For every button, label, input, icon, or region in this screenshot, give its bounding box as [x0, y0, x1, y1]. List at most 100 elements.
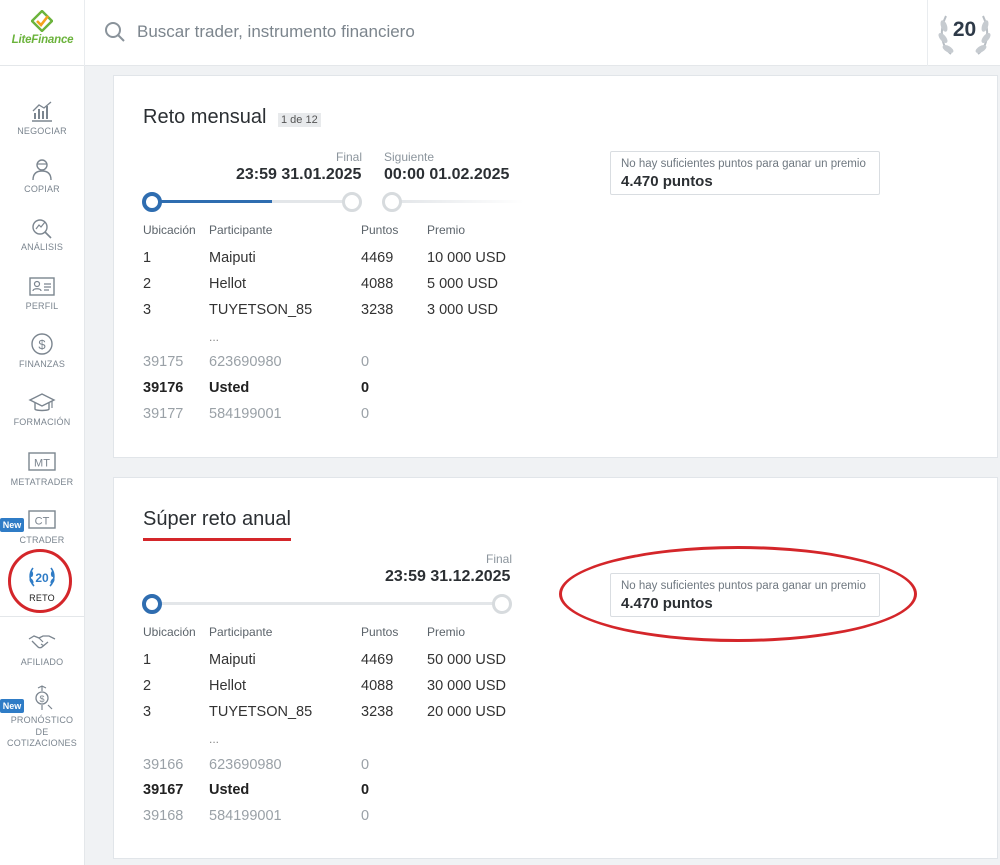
- graduation-cap-icon: [28, 393, 56, 412]
- card-title: Reto mensual: [143, 106, 267, 128]
- label-line: DE: [35, 726, 49, 737]
- sidebar-divider: [0, 616, 84, 617]
- sidebar-item-label: NEGOCIAR: [17, 126, 67, 136]
- sidebar: NEGOCIAR COPIAR ANÁLISIS PERFIL $ FINANZ…: [0, 66, 85, 865]
- sidebar-item-formacion[interactable]: FORMACIÓN: [0, 390, 84, 446]
- title-underline: [143, 538, 291, 541]
- final-label: Final: [335, 150, 362, 164]
- counter-badge: 1 de 12: [278, 113, 321, 127]
- row-position: 2: [143, 276, 152, 292]
- sidebar-item-afiliado[interactable]: AFILIADO: [0, 630, 84, 686]
- row-position: 3: [143, 704, 152, 720]
- annual-challenge-card: Súper reto anual Final 23:59 31.12.2025 …: [113, 477, 998, 859]
- row-position: 3: [143, 302, 152, 318]
- user-points: 4.470 puntos: [621, 173, 713, 190]
- ct-icon-text: CT: [35, 516, 50, 528]
- laurel-20-icon: 20: [29, 567, 55, 587]
- next-date: 00:00 01.02.2025: [384, 166, 510, 183]
- sidebar-item-label: FINANZAS: [18, 359, 66, 369]
- monthly-challenge-card: Reto mensual 1 de 12 Final 23:59 31.01.2…: [113, 75, 998, 458]
- column-header: Puntos: [361, 223, 399, 237]
- card-title: Súper reto anual: [143, 508, 291, 530]
- search-icon: [105, 22, 125, 42]
- row-points: 0: [361, 782, 370, 798]
- search-input[interactable]: [137, 18, 837, 46]
- column-header: Participante: [209, 625, 273, 639]
- progress-end-dot: [492, 594, 512, 614]
- row-points: 4088: [361, 678, 394, 694]
- sidebar-item-label: PRONÓSTICO DE COTIZACIONES: [0, 715, 84, 750]
- row-points: 4469: [361, 250, 394, 266]
- reto-icon-text: 20: [35, 571, 49, 585]
- svg-text:$: $: [39, 694, 44, 704]
- row-prize: 3 000 USD: [427, 302, 498, 318]
- sidebar-item-analisis[interactable]: ANÁLISIS: [0, 215, 84, 271]
- dollar-icon: $: [31, 333, 53, 355]
- ellipsis: ...: [209, 732, 220, 746]
- sidebar-item-label: METATRADER: [10, 477, 74, 487]
- sidebar-item-pronostico[interactable]: $ New PRONÓSTICO DE COTIZACIONES: [0, 685, 84, 755]
- next-period-dot: [382, 192, 402, 212]
- row-participant: TUYETSON_85: [209, 704, 313, 720]
- progress-fill: [152, 200, 272, 203]
- row-points: 4088: [361, 276, 394, 292]
- progress-start-dot: [142, 192, 162, 212]
- next-label: Siguiente: [384, 150, 435, 164]
- new-tag: New: [0, 518, 24, 532]
- row-points: 0: [361, 406, 370, 422]
- sidebar-item-label: ANÁLISIS: [20, 242, 64, 252]
- row-points: 3238: [361, 704, 394, 720]
- sidebar-item-label: CTRADER: [19, 535, 65, 545]
- column-header: Ubicación: [143, 625, 196, 639]
- row-prize: 30 000 USD: [427, 678, 506, 694]
- row-position: 1: [143, 250, 152, 266]
- mt-icon-text: MT: [34, 458, 50, 470]
- sidebar-item-perfil[interactable]: PERFIL: [0, 274, 84, 330]
- progress-start-dot: [142, 594, 162, 614]
- progress-track: [152, 602, 502, 605]
- row-prize: 20 000 USD: [427, 704, 506, 720]
- mt-icon: MT: [28, 452, 56, 471]
- sidebar-item-label: RETO: [29, 593, 55, 603]
- sidebar-item-metatrader[interactable]: MT METATRADER: [0, 449, 84, 505]
- forecast-icon: $: [35, 685, 53, 710]
- sidebar-item-label: PERFIL: [25, 301, 59, 311]
- row-participant: Hellot: [209, 276, 247, 292]
- row-position: 39175: [143, 354, 184, 370]
- new-tag: New: [0, 699, 24, 713]
- next-track: [399, 200, 524, 203]
- sidebar-item-copiar[interactable]: COPIAR: [0, 157, 84, 213]
- sidebar-item-reto[interactable]: 20 RETO: [0, 564, 84, 620]
- sidebar-item-finanzas[interactable]: $ FINANZAS: [0, 332, 84, 388]
- row-position: 39177: [143, 406, 184, 422]
- row-participant: TUYETSON_85: [209, 302, 313, 318]
- sidebar-item-label: AFILIADO: [20, 657, 64, 667]
- logo[interactable]: LiteFinance: [0, 0, 85, 66]
- chart-icon: [32, 101, 52, 122]
- anniversary-badge[interactable]: 20: [927, 0, 1000, 66]
- row-prize: 50 000 USD: [427, 652, 506, 668]
- badge-number: 20: [952, 18, 977, 41]
- user-icon: [32, 159, 52, 181]
- svg-text:$: $: [38, 337, 46, 352]
- row-position: 39166: [143, 757, 184, 773]
- row-participant: 623690980: [209, 757, 282, 773]
- sidebar-item-negociar[interactable]: NEGOCIAR: [0, 99, 84, 155]
- column-header: Ubicación: [143, 223, 196, 237]
- row-participant: Usted: [209, 782, 250, 798]
- label-line: COTIZACIONES: [7, 738, 77, 748]
- profile-card-icon: [29, 277, 55, 296]
- label-line: PRONÓSTICO: [10, 715, 74, 725]
- logo-mark-icon: [31, 10, 53, 32]
- row-points: 0: [361, 808, 370, 824]
- row-position: 2: [143, 678, 152, 694]
- column-header: Premio: [427, 223, 466, 237]
- annotation-ellipse: [559, 546, 917, 642]
- info-message: No hay suficientes puntos para ganar un …: [621, 158, 866, 170]
- row-position: 39167: [143, 782, 184, 798]
- row-points: 0: [361, 380, 370, 396]
- progress-end-dot: [342, 192, 362, 212]
- logo-text: LiteFinance: [11, 34, 74, 46]
- row-points: 0: [361, 757, 370, 773]
- top-bar: LiteFinance 20: [0, 0, 1000, 66]
